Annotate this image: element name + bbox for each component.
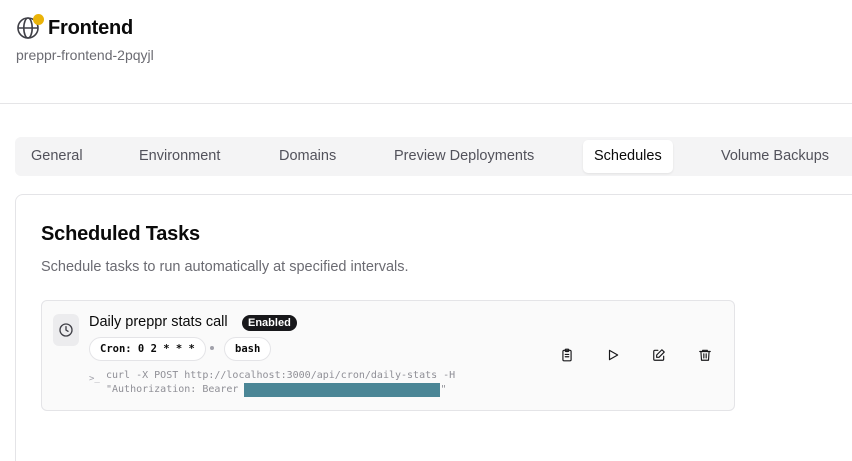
status-dot [33, 14, 44, 25]
title-row: Frontend [16, 14, 154, 40]
tab-general[interactable]: General [31, 140, 83, 173]
header-divider [0, 103, 852, 104]
app-name: preppr-frontend-2pqyjl [16, 47, 154, 63]
edit-icon [653, 349, 665, 361]
task-actions [559, 347, 713, 363]
tab-volume-backups[interactable]: Volume Backups [721, 140, 829, 173]
command-line-2-prefix: "Authorization: Bearer [106, 384, 245, 395]
cron-pill: Cron: 0 2 * * * [89, 337, 206, 361]
delete-button[interactable] [697, 347, 713, 363]
panel-title: Scheduled Tasks [41, 223, 200, 245]
schedules-panel: Scheduled Tasks Schedule tasks to run au… [15, 194, 852, 461]
page-title: Frontend [48, 16, 134, 39]
clock-icon [53, 314, 79, 346]
globe-icon [16, 14, 44, 40]
run-now-button[interactable] [605, 347, 621, 363]
task-name: Daily preppr stats call [89, 314, 228, 330]
shell-pill: bash [224, 337, 272, 361]
tab-environment[interactable]: Environment [139, 140, 220, 173]
command-line-2-suffix: " [440, 384, 447, 395]
separator-dot [210, 346, 214, 350]
command-text: curl -X POST http://localhost:3000/api/c… [106, 369, 455, 397]
view-logs-button[interactable] [559, 347, 575, 363]
tab-preview-deployments[interactable]: Preview Deployments [394, 140, 534, 173]
edit-button[interactable] [651, 347, 667, 363]
scheduled-task-card: Daily preppr stats call Enabled Cron: 0 … [41, 300, 735, 411]
service-header: Frontend preppr-frontend-2pqyjl [16, 14, 154, 63]
tab-bar: General Environment Domains Preview Depl… [15, 137, 852, 176]
command-line-1: curl -X POST http://localhost:3000/api/c… [106, 370, 456, 381]
redacted-token [244, 383, 441, 397]
trash-icon [699, 349, 711, 361]
terminal-icon: >_ [89, 374, 100, 384]
status-badge: Enabled [242, 315, 297, 331]
clipboard-icon [562, 348, 572, 362]
panel-description: Schedule tasks to run automatically at s… [41, 259, 409, 275]
play-icon [608, 349, 619, 361]
tab-schedules[interactable]: Schedules [583, 140, 673, 173]
tab-domains[interactable]: Domains [279, 140, 336, 173]
